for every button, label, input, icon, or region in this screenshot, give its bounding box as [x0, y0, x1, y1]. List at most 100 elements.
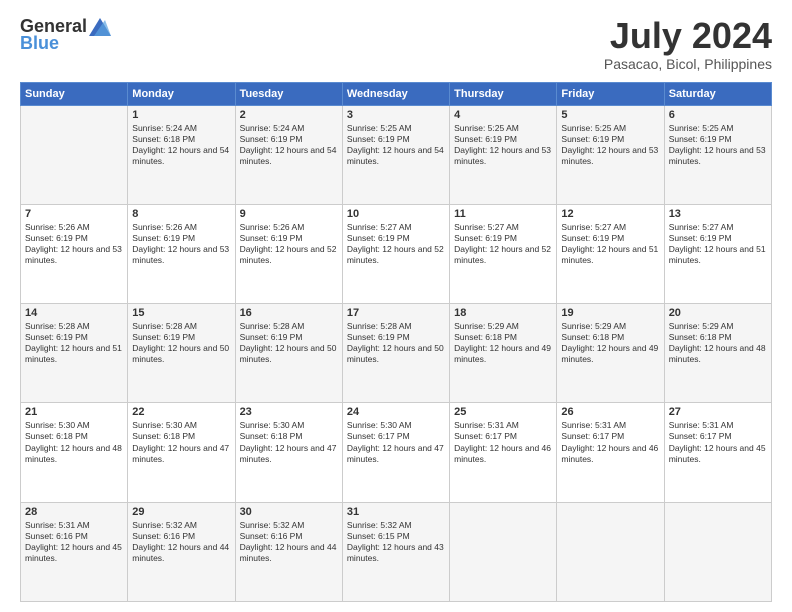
cell-info: Sunrise: 5:30 AMSunset: 6:18 PMDaylight:… — [25, 420, 123, 464]
cell-info: Sunrise: 5:27 AMSunset: 6:19 PMDaylight:… — [347, 222, 445, 266]
day-number: 29 — [132, 506, 230, 518]
day-number: 30 — [240, 506, 338, 518]
table-cell: 29 Sunrise: 5:32 AMSunset: 6:16 PMDayligh… — [128, 502, 235, 601]
title-block: July 2024 Pasacao, Bicol, Philippines — [604, 16, 772, 72]
day-number: 20 — [669, 307, 767, 319]
table-cell: 12 Sunrise: 5:27 AMSunset: 6:19 PMDayligh… — [557, 204, 664, 303]
cell-info: Sunrise: 5:27 AMSunset: 6:19 PMDaylight:… — [669, 222, 767, 266]
table-cell: 11Sunrise: 5:27 AMSunset: 6:19 PMDayligh… — [450, 204, 557, 303]
table-cell: 6 Sunrise: 5:25 AMSunset: 6:19 PMDaylight… — [664, 105, 771, 204]
day-number: 28 — [25, 506, 123, 518]
table-cell: 28 Sunrise: 5:31 AMSunset: 6:16 PMDayligh… — [21, 502, 128, 601]
cell-info: Sunrise: 5:30 AMSunset: 6:18 PMDaylight:… — [132, 420, 230, 464]
table-cell: 14 Sunrise: 5:28 AMSunset: 6:19 PMDayligh… — [21, 304, 128, 403]
cell-info: Sunrise: 5:31 AMSunset: 6:17 PMDaylight:… — [561, 420, 659, 464]
table-cell: 13 Sunrise: 5:27 AMSunset: 6:19 PMDayligh… — [664, 204, 771, 303]
table-cell: 4 Sunrise: 5:25 AMSunset: 6:19 PMDaylight… — [450, 105, 557, 204]
table-cell: 23Sunrise: 5:30 AMSunset: 6:18 PMDayligh… — [235, 403, 342, 502]
cell-info: Sunrise: 5:25 AMSunset: 6:19 PMDaylight:… — [454, 123, 552, 167]
logo-blue: Blue — [20, 33, 59, 54]
day-number: 21 — [25, 406, 123, 418]
table-cell: 15 Sunrise: 5:28 AMSunset: 6:19 PMDayligh… — [128, 304, 235, 403]
header: General Blue July 2024 Pasacao, Bicol, P… — [20, 16, 772, 72]
table-cell: 24 Sunrise: 5:30 AMSunset: 6:17 PMDayligh… — [342, 403, 449, 502]
table-cell — [21, 105, 128, 204]
col-saturday: Saturday — [664, 82, 771, 105]
table-cell: 5 Sunrise: 5:25 AMSunset: 6:19 PMDaylight… — [557, 105, 664, 204]
cell-info: Sunrise: 5:25 AMSunset: 6:19 PMDaylight:… — [669, 123, 767, 167]
day-number: 16 — [240, 307, 338, 319]
table-cell: 8Sunrise: 5:26 AMSunset: 6:19 PMDaylight… — [128, 204, 235, 303]
day-number: 11 — [454, 208, 552, 220]
table-cell: 21 Sunrise: 5:30 AMSunset: 6:18 PMDayligh… — [21, 403, 128, 502]
day-number: 14 — [25, 307, 123, 319]
table-cell: 2 Sunrise: 5:24 AMSunset: 6:19 PMDaylight… — [235, 105, 342, 204]
table-cell: 7 Sunrise: 5:26 AMSunset: 6:19 PMDaylight… — [21, 204, 128, 303]
day-number: 15 — [132, 307, 230, 319]
cell-info: Sunrise: 5:26 AMSunset: 6:19 PMDaylight:… — [240, 222, 338, 266]
cell-info: Sunrise: 5:31 AMSunset: 6:16 PMDaylight:… — [25, 520, 123, 564]
cell-info: Sunrise: 5:24 AMSunset: 6:19 PMDaylight:… — [240, 123, 338, 167]
cell-info: Sunrise: 5:28 AMSunset: 6:19 PMDaylight:… — [347, 321, 445, 365]
table-cell: 30 Sunrise: 5:32 AMSunset: 6:16 PMDayligh… — [235, 502, 342, 601]
table-cell: 16 Sunrise: 5:28 AMSunset: 6:19 PMDayligh… — [235, 304, 342, 403]
day-number: 2 — [240, 109, 338, 121]
cell-info: Sunrise: 5:28 AMSunset: 6:19 PMDaylight:… — [25, 321, 123, 365]
day-number: 7 — [25, 208, 123, 220]
location: Pasacao, Bicol, Philippines — [604, 56, 772, 72]
day-number: 24 — [347, 406, 445, 418]
cell-info: Sunrise: 5:29 AMSunset: 6:18 PMDaylight:… — [669, 321, 767, 365]
day-number: 17 — [347, 307, 445, 319]
table-cell: 20 Sunrise: 5:29 AMSunset: 6:18 PMDayligh… — [664, 304, 771, 403]
cell-info: Sunrise: 5:24 AMSunset: 6:18 PMDaylight:… — [132, 123, 230, 167]
cell-info: Sunrise: 5:32 AMSunset: 6:16 PMDaylight:… — [240, 520, 338, 564]
day-number: 6 — [669, 109, 767, 121]
cell-info: Sunrise: 5:28 AMSunset: 6:19 PMDaylight:… — [132, 321, 230, 365]
table-cell: 31 Sunrise: 5:32 AMSunset: 6:15 PMDayligh… — [342, 502, 449, 601]
day-number: 22 — [132, 406, 230, 418]
table-cell: 3Sunrise: 5:25 AMSunset: 6:19 PMDaylight… — [342, 105, 449, 204]
cell-info: Sunrise: 5:28 AMSunset: 6:19 PMDaylight:… — [240, 321, 338, 365]
table-cell: 27Sunrise: 5:31 AMSunset: 6:17 PMDayligh… — [664, 403, 771, 502]
day-number: 27 — [669, 406, 767, 418]
cell-info: Sunrise: 5:27 AMSunset: 6:19 PMDaylight:… — [561, 222, 659, 266]
table-cell: 17 Sunrise: 5:28 AMSunset: 6:19 PMDayligh… — [342, 304, 449, 403]
logo: General Blue — [20, 16, 113, 54]
table-cell: 10Sunrise: 5:27 AMSunset: 6:19 PMDayligh… — [342, 204, 449, 303]
col-wednesday: Wednesday — [342, 82, 449, 105]
day-number: 9 — [240, 208, 338, 220]
col-thursday: Thursday — [450, 82, 557, 105]
table-cell: 18Sunrise: 5:29 AMSunset: 6:18 PMDayligh… — [450, 304, 557, 403]
logo-icon — [89, 18, 111, 36]
table-cell: 25Sunrise: 5:31 AMSunset: 6:17 PMDayligh… — [450, 403, 557, 502]
week-row-3: 14 Sunrise: 5:28 AMSunset: 6:19 PMDayligh… — [21, 304, 772, 403]
table-cell: 9 Sunrise: 5:26 AMSunset: 6:19 PMDaylight… — [235, 204, 342, 303]
table-cell — [450, 502, 557, 601]
weekday-header-row: Sunday Monday Tuesday Wednesday Thursday… — [21, 82, 772, 105]
table-cell: 1 Sunrise: 5:24 AMSunset: 6:18 PMDaylight… — [128, 105, 235, 204]
day-number: 25 — [454, 406, 552, 418]
col-sunday: Sunday — [21, 82, 128, 105]
col-monday: Monday — [128, 82, 235, 105]
table-cell — [664, 502, 771, 601]
cell-info: Sunrise: 5:26 AMSunset: 6:19 PMDaylight:… — [132, 222, 230, 266]
cell-info: Sunrise: 5:26 AMSunset: 6:19 PMDaylight:… — [25, 222, 123, 266]
cell-info: Sunrise: 5:32 AMSunset: 6:15 PMDaylight:… — [347, 520, 445, 564]
day-number: 12 — [561, 208, 659, 220]
day-number: 18 — [454, 307, 552, 319]
col-tuesday: Tuesday — [235, 82, 342, 105]
day-number: 1 — [132, 109, 230, 121]
day-number: 5 — [561, 109, 659, 121]
day-number: 3 — [347, 109, 445, 121]
table-cell — [557, 502, 664, 601]
day-number: 26 — [561, 406, 659, 418]
cell-info: Sunrise: 5:30 AMSunset: 6:17 PMDaylight:… — [347, 420, 445, 464]
day-number: 4 — [454, 109, 552, 121]
cell-info: Sunrise: 5:25 AMSunset: 6:19 PMDaylight:… — [561, 123, 659, 167]
day-number: 31 — [347, 506, 445, 518]
cell-info: Sunrise: 5:32 AMSunset: 6:16 PMDaylight:… — [132, 520, 230, 564]
month-year: July 2024 — [604, 16, 772, 56]
col-friday: Friday — [557, 82, 664, 105]
table-cell: 26 Sunrise: 5:31 AMSunset: 6:17 PMDayligh… — [557, 403, 664, 502]
day-number: 13 — [669, 208, 767, 220]
